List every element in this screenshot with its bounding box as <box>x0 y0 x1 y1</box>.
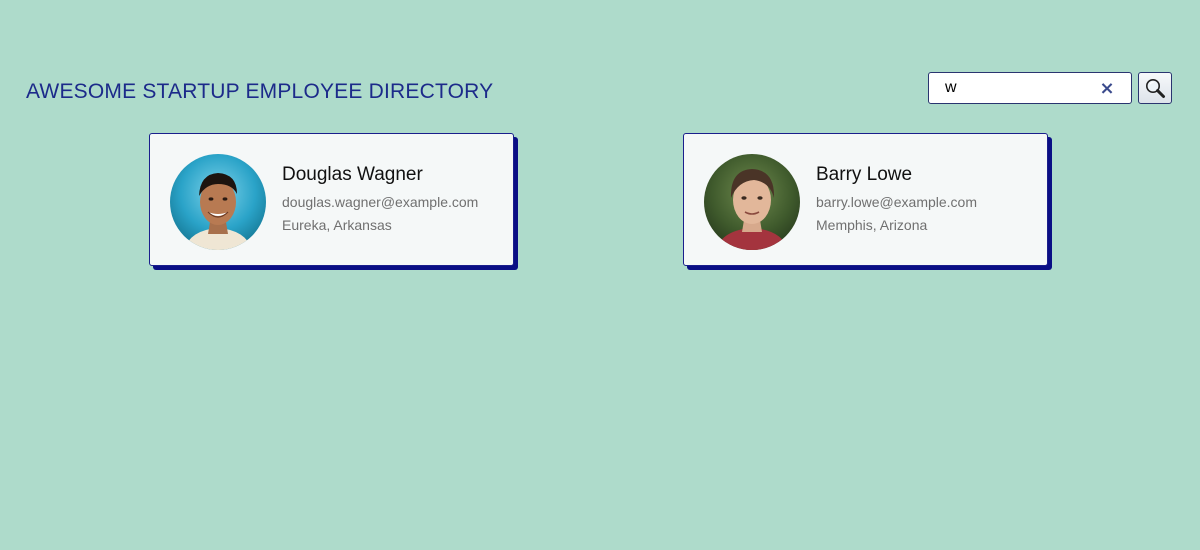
page-title: AWESOME STARTUP EMPLOYEE DIRECTORY <box>26 80 494 103</box>
search-button[interactable] <box>1138 72 1172 104</box>
employee-name: Douglas Wagner <box>282 164 423 185</box>
employee-email: barry.lowe@example.com <box>816 194 978 210</box>
magnifying-glass-icon <box>1146 79 1165 98</box>
employee-card[interactable]: Barry Lowe barry.lowe@example.com Memphi… <box>683 133 1048 266</box>
search-bar: × <box>928 72 1172 104</box>
employee-name: Barry Lowe <box>816 164 913 185</box>
avatar <box>170 154 266 250</box>
employee-email: douglas.wagner@example.com <box>282 194 479 210</box>
employee-location: Eureka, Arkansas <box>282 217 392 233</box>
avatar <box>704 154 800 250</box>
clear-search-icon[interactable]: × <box>1098 78 1116 99</box>
employee-location: Memphis, Arizona <box>816 217 928 233</box>
employee-card[interactable]: Douglas Wagner douglas.wagner@example.co… <box>149 133 514 266</box>
